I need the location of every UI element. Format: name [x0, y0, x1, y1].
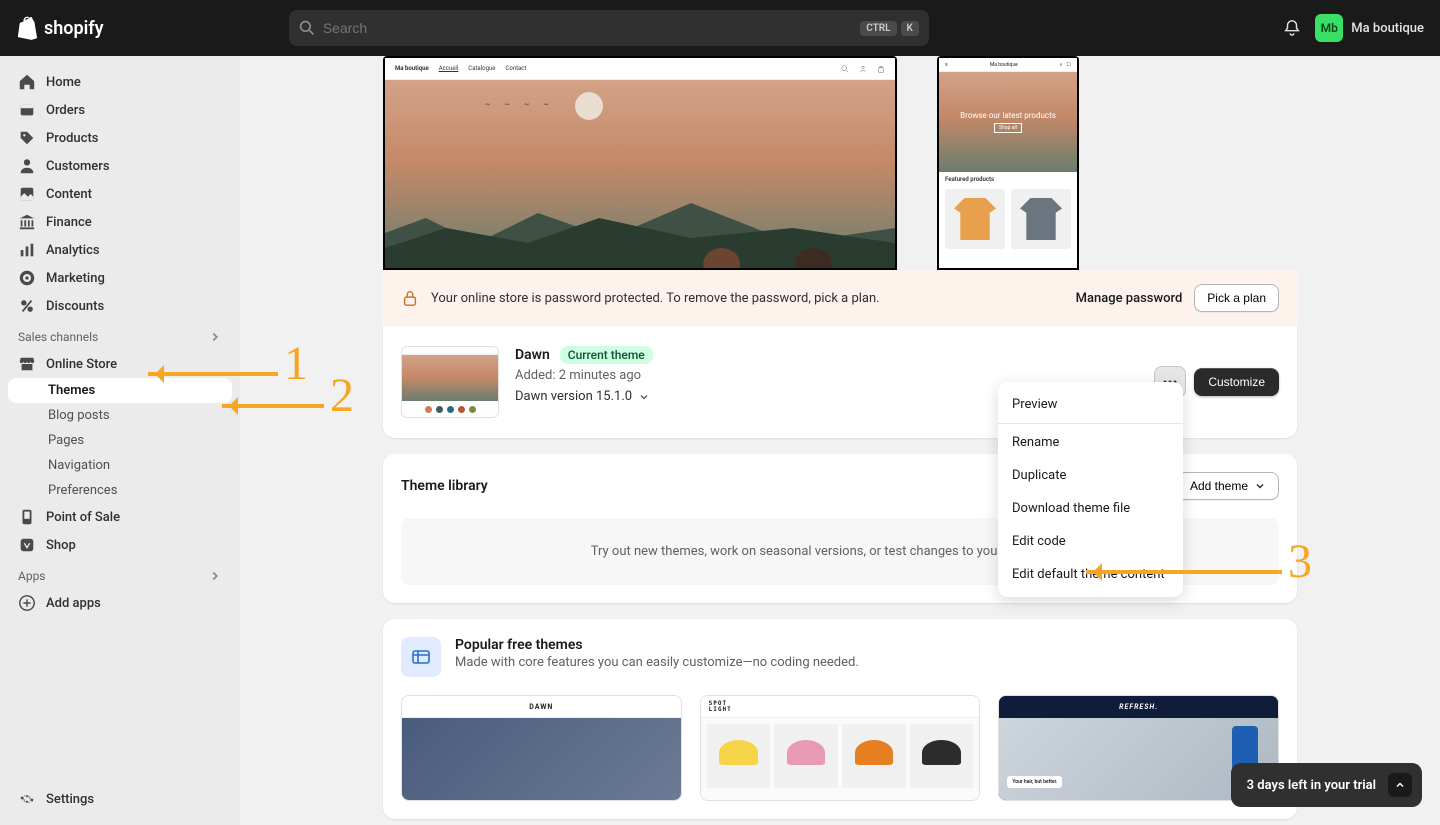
apps-header: Apps — [8, 559, 232, 589]
pos-icon — [18, 508, 36, 526]
theme-name: Dawn — [515, 347, 550, 363]
nav-navigation[interactable]: Navigation — [8, 453, 232, 478]
current-theme-badge: Current theme — [560, 346, 653, 364]
add-theme-button[interactable]: Add theme — [1177, 472, 1279, 500]
popular-themes-title: Popular free themes — [455, 637, 859, 653]
notifications-icon[interactable] — [1283, 19, 1301, 37]
nav-marketing[interactable]: Marketing — [8, 264, 232, 292]
nav-orders[interactable]: Orders — [8, 96, 232, 124]
store-icon — [18, 355, 36, 373]
store-name: Ma boutique — [1351, 21, 1424, 36]
dropdown-preview[interactable]: Preview — [998, 388, 1183, 421]
nav-add-apps[interactable]: Add apps — [8, 589, 232, 617]
theme-library-title: Theme library — [401, 478, 488, 494]
main-content: Ma boutique Accueil Catalogue Contact ~ … — [240, 56, 1440, 825]
analytics-icon — [18, 241, 36, 259]
popular-theme-spotlight[interactable]: SPOT LIGHT — [700, 695, 981, 801]
chevron-down-icon — [1254, 480, 1266, 492]
marketing-icon — [18, 269, 36, 287]
themes-icon — [401, 637, 441, 677]
lock-icon — [401, 289, 419, 307]
theme-actions-dropdown: Preview Rename Duplicate Download theme … — [998, 382, 1183, 597]
preview-mobile-header: ≡Ma boutique⌕☐ — [939, 58, 1077, 72]
nav-products[interactable]: Products — [8, 124, 232, 152]
nav-home[interactable]: Home — [8, 68, 232, 96]
pick-plan-button[interactable]: Pick a plan — [1194, 284, 1279, 312]
chevron-right-icon[interactable] — [208, 569, 222, 583]
dropdown-edit-default[interactable]: Edit default theme content — [998, 558, 1183, 591]
trial-banner[interactable]: 3 days left in your trial — [1231, 763, 1422, 807]
search-bar[interactable]: CTRL K — [289, 10, 929, 46]
nav-blog-posts[interactable]: Blog posts — [8, 403, 232, 428]
popular-themes-card: Popular free themes Made with core featu… — [383, 619, 1297, 819]
nav-content[interactable]: Content — [8, 180, 232, 208]
nav-shop[interactable]: Shop — [8, 531, 232, 559]
nav-preferences[interactable]: Preferences — [8, 478, 232, 503]
dropdown-download[interactable]: Download theme file — [998, 492, 1183, 525]
brand-logo[interactable]: shopify — [16, 16, 104, 40]
nav-pages[interactable]: Pages — [8, 428, 232, 453]
nav-customers[interactable]: Customers — [8, 152, 232, 180]
current-theme-card: Dawn Current theme Added: 2 minutes ago … — [383, 326, 1297, 438]
chevron-down-icon — [638, 391, 650, 403]
finance-icon — [18, 213, 36, 231]
search-icon — [841, 65, 849, 73]
nav-point-of-sale[interactable]: Point of Sale — [8, 503, 232, 531]
customers-icon — [18, 157, 36, 175]
nav-themes[interactable]: Themes — [8, 378, 232, 403]
content-icon — [18, 185, 36, 203]
products-icon — [18, 129, 36, 147]
dropdown-edit-code[interactable]: Edit code — [998, 525, 1183, 558]
chevron-up-icon — [1394, 779, 1406, 791]
user-icon — [859, 65, 867, 73]
home-icon — [18, 73, 36, 91]
chevron-right-icon[interactable] — [208, 330, 222, 344]
nav-finance[interactable]: Finance — [8, 208, 232, 236]
brand-name: shopify — [44, 18, 104, 39]
trial-text: 3 days left in your trial — [1247, 778, 1376, 793]
shop-icon — [18, 536, 36, 554]
password-banner-text: Your online store is password protected.… — [431, 291, 880, 306]
customize-button[interactable]: Customize — [1194, 368, 1279, 396]
dropdown-duplicate[interactable]: Duplicate — [998, 459, 1183, 492]
discounts-icon — [18, 297, 36, 315]
mobile-preview[interactable]: ≡Ma boutique⌕☐ Browse our latest product… — [937, 56, 1079, 270]
theme-preview-row: Ma boutique Accueil Catalogue Contact ~ … — [383, 56, 1297, 270]
nav-analytics[interactable]: Analytics — [8, 236, 232, 264]
theme-added-label: Added: 2 minutes ago — [515, 368, 1138, 383]
search-shortcut: CTRL K — [860, 21, 919, 36]
password-banner: Your online store is password protected.… — [383, 270, 1297, 326]
top-bar: shopify CTRL K Mb Ma boutique — [0, 0, 1440, 56]
store-avatar: Mb — [1315, 14, 1343, 42]
search-icon — [299, 20, 315, 36]
desktop-preview[interactable]: Ma boutique Accueil Catalogue Contact ~ … — [383, 56, 897, 270]
nav-discounts[interactable]: Discounts — [8, 292, 232, 320]
gear-icon — [18, 790, 36, 808]
manage-password-link[interactable]: Manage password — [1076, 291, 1183, 306]
nav-settings[interactable]: Settings — [8, 785, 232, 813]
trial-expand-button[interactable] — [1388, 773, 1412, 797]
bag-icon — [877, 65, 885, 73]
popular-theme-dawn[interactable]: DAWN — [401, 695, 682, 801]
shopify-bag-icon — [16, 16, 38, 40]
preview-desktop-header: Ma boutique Accueil Catalogue Contact — [385, 58, 895, 80]
store-menu[interactable]: Mb Ma boutique — [1315, 14, 1424, 42]
nav-online-store[interactable]: Online Store — [8, 350, 232, 378]
sidebar: Home Orders Products Customers Content F… — [0, 56, 240, 825]
dropdown-rename[interactable]: Rename — [998, 426, 1183, 459]
add-icon — [18, 594, 36, 612]
theme-thumbnail — [401, 346, 499, 418]
sales-channels-header: Sales channels — [8, 320, 232, 350]
orders-icon — [18, 101, 36, 119]
search-input[interactable] — [323, 20, 860, 36]
popular-themes-subtitle: Made with core features you can easily c… — [455, 655, 859, 670]
